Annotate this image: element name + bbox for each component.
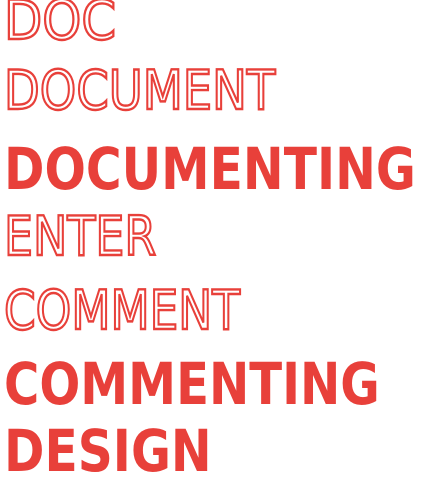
word-design: DESIGN	[4, 417, 212, 485]
word-document: DOCUMENT	[3, 59, 276, 122]
word-doc: DOC	[3, 0, 117, 52]
word-comment: COMMENT	[3, 279, 241, 342]
word-commenting: COMMENTING	[4, 350, 380, 418]
word-enter: ENTER	[3, 205, 157, 268]
word-documenting: DOCUMENTING	[4, 135, 416, 203]
